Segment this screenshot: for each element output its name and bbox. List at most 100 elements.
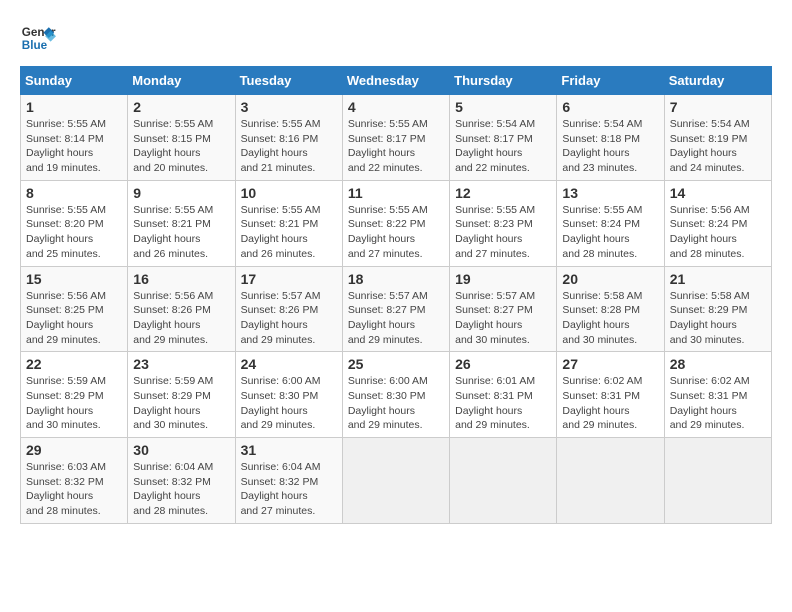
day-number: 5 — [455, 99, 551, 115]
calendar-day-cell — [450, 438, 557, 524]
day-number: 30 — [133, 442, 229, 458]
calendar-day-cell: 17 Sunrise: 5:57 AM Sunset: 8:26 PM Dayl… — [235, 266, 342, 352]
day-info: Sunrise: 5:56 AM Sunset: 8:25 PM Dayligh… — [26, 289, 122, 348]
weekday-header-friday: Friday — [557, 67, 664, 95]
day-number: 28 — [670, 356, 766, 372]
day-info: Sunrise: 6:01 AM Sunset: 8:31 PM Dayligh… — [455, 374, 551, 433]
calendar-day-cell — [342, 438, 449, 524]
day-info: Sunrise: 5:57 AM Sunset: 8:27 PM Dayligh… — [348, 289, 444, 348]
day-number: 26 — [455, 356, 551, 372]
page-header: General Blue — [20, 20, 772, 56]
day-info: Sunrise: 5:55 AM Sunset: 8:23 PM Dayligh… — [455, 203, 551, 262]
calendar-day-cell: 5 Sunrise: 5:54 AM Sunset: 8:17 PM Dayli… — [450, 95, 557, 181]
day-number: 11 — [348, 185, 444, 201]
day-number: 3 — [241, 99, 337, 115]
calendar-day-cell: 26 Sunrise: 6:01 AM Sunset: 8:31 PM Dayl… — [450, 352, 557, 438]
day-info: Sunrise: 5:55 AM Sunset: 8:14 PM Dayligh… — [26, 117, 122, 176]
calendar-day-cell: 8 Sunrise: 5:55 AM Sunset: 8:20 PM Dayli… — [21, 180, 128, 266]
calendar-week-row: 22 Sunrise: 5:59 AM Sunset: 8:29 PM Dayl… — [21, 352, 772, 438]
day-info: Sunrise: 6:04 AM Sunset: 8:32 PM Dayligh… — [133, 460, 229, 519]
day-number: 23 — [133, 356, 229, 372]
day-info: Sunrise: 5:55 AM Sunset: 8:21 PM Dayligh… — [133, 203, 229, 262]
calendar-day-cell: 7 Sunrise: 5:54 AM Sunset: 8:19 PM Dayli… — [664, 95, 771, 181]
day-info: Sunrise: 5:58 AM Sunset: 8:28 PM Dayligh… — [562, 289, 658, 348]
calendar-day-cell: 1 Sunrise: 5:55 AM Sunset: 8:14 PM Dayli… — [21, 95, 128, 181]
day-info: Sunrise: 5:55 AM Sunset: 8:22 PM Dayligh… — [348, 203, 444, 262]
calendar-day-cell: 21 Sunrise: 5:58 AM Sunset: 8:29 PM Dayl… — [664, 266, 771, 352]
calendar-day-cell: 20 Sunrise: 5:58 AM Sunset: 8:28 PM Dayl… — [557, 266, 664, 352]
calendar-day-cell: 12 Sunrise: 5:55 AM Sunset: 8:23 PM Dayl… — [450, 180, 557, 266]
calendar-day-cell: 11 Sunrise: 5:55 AM Sunset: 8:22 PM Dayl… — [342, 180, 449, 266]
calendar-day-cell: 28 Sunrise: 6:02 AM Sunset: 8:31 PM Dayl… — [664, 352, 771, 438]
logo-icon: General Blue — [20, 20, 56, 56]
day-info: Sunrise: 6:04 AM Sunset: 8:32 PM Dayligh… — [241, 460, 337, 519]
day-info: Sunrise: 5:59 AM Sunset: 8:29 PM Dayligh… — [133, 374, 229, 433]
day-info: Sunrise: 5:55 AM Sunset: 8:20 PM Dayligh… — [26, 203, 122, 262]
day-info: Sunrise: 5:58 AM Sunset: 8:29 PM Dayligh… — [670, 289, 766, 348]
day-number: 19 — [455, 271, 551, 287]
calendar-week-row: 1 Sunrise: 5:55 AM Sunset: 8:14 PM Dayli… — [21, 95, 772, 181]
logo: General Blue — [20, 20, 56, 56]
calendar-day-cell — [664, 438, 771, 524]
day-number: 13 — [562, 185, 658, 201]
calendar-day-cell: 16 Sunrise: 5:56 AM Sunset: 8:26 PM Dayl… — [128, 266, 235, 352]
day-info: Sunrise: 5:54 AM Sunset: 8:18 PM Dayligh… — [562, 117, 658, 176]
day-info: Sunrise: 6:00 AM Sunset: 8:30 PM Dayligh… — [241, 374, 337, 433]
day-number: 14 — [670, 185, 766, 201]
calendar-day-cell: 23 Sunrise: 5:59 AM Sunset: 8:29 PM Dayl… — [128, 352, 235, 438]
day-number: 7 — [670, 99, 766, 115]
weekday-header-thursday: Thursday — [450, 67, 557, 95]
weekday-header-tuesday: Tuesday — [235, 67, 342, 95]
calendar-day-cell: 29 Sunrise: 6:03 AM Sunset: 8:32 PM Dayl… — [21, 438, 128, 524]
weekday-header-row: SundayMondayTuesdayWednesdayThursdayFrid… — [21, 67, 772, 95]
day-info: Sunrise: 6:02 AM Sunset: 8:31 PM Dayligh… — [670, 374, 766, 433]
day-number: 4 — [348, 99, 444, 115]
day-number: 29 — [26, 442, 122, 458]
calendar-week-row: 15 Sunrise: 5:56 AM Sunset: 8:25 PM Dayl… — [21, 266, 772, 352]
calendar-day-cell: 31 Sunrise: 6:04 AM Sunset: 8:32 PM Dayl… — [235, 438, 342, 524]
day-info: Sunrise: 5:55 AM Sunset: 8:17 PM Dayligh… — [348, 117, 444, 176]
day-number: 31 — [241, 442, 337, 458]
calendar-table: SundayMondayTuesdayWednesdayThursdayFrid… — [20, 66, 772, 524]
calendar-day-cell: 22 Sunrise: 5:59 AM Sunset: 8:29 PM Dayl… — [21, 352, 128, 438]
calendar-day-cell: 4 Sunrise: 5:55 AM Sunset: 8:17 PM Dayli… — [342, 95, 449, 181]
day-info: Sunrise: 5:55 AM Sunset: 8:15 PM Dayligh… — [133, 117, 229, 176]
day-info: Sunrise: 5:55 AM Sunset: 8:24 PM Dayligh… — [562, 203, 658, 262]
day-number: 8 — [26, 185, 122, 201]
weekday-header-wednesday: Wednesday — [342, 67, 449, 95]
calendar-day-cell: 27 Sunrise: 6:02 AM Sunset: 8:31 PM Dayl… — [557, 352, 664, 438]
day-info: Sunrise: 5:54 AM Sunset: 8:19 PM Dayligh… — [670, 117, 766, 176]
day-number: 2 — [133, 99, 229, 115]
day-number: 16 — [133, 271, 229, 287]
day-info: Sunrise: 5:56 AM Sunset: 8:26 PM Dayligh… — [133, 289, 229, 348]
day-info: Sunrise: 5:57 AM Sunset: 8:26 PM Dayligh… — [241, 289, 337, 348]
day-info: Sunrise: 5:59 AM Sunset: 8:29 PM Dayligh… — [26, 374, 122, 433]
day-info: Sunrise: 6:02 AM Sunset: 8:31 PM Dayligh… — [562, 374, 658, 433]
day-number: 27 — [562, 356, 658, 372]
day-number: 21 — [670, 271, 766, 287]
weekday-header-monday: Monday — [128, 67, 235, 95]
day-info: Sunrise: 6:03 AM Sunset: 8:32 PM Dayligh… — [26, 460, 122, 519]
day-info: Sunrise: 5:55 AM Sunset: 8:21 PM Dayligh… — [241, 203, 337, 262]
day-number: 22 — [26, 356, 122, 372]
calendar-day-cell: 25 Sunrise: 6:00 AM Sunset: 8:30 PM Dayl… — [342, 352, 449, 438]
day-number: 17 — [241, 271, 337, 287]
calendar-day-cell: 18 Sunrise: 5:57 AM Sunset: 8:27 PM Dayl… — [342, 266, 449, 352]
day-number: 1 — [26, 99, 122, 115]
day-number: 10 — [241, 185, 337, 201]
day-number: 12 — [455, 185, 551, 201]
calendar-week-row: 29 Sunrise: 6:03 AM Sunset: 8:32 PM Dayl… — [21, 438, 772, 524]
svg-text:Blue: Blue — [22, 39, 48, 52]
calendar-day-cell: 10 Sunrise: 5:55 AM Sunset: 8:21 PM Dayl… — [235, 180, 342, 266]
day-number: 20 — [562, 271, 658, 287]
day-info: Sunrise: 5:55 AM Sunset: 8:16 PM Dayligh… — [241, 117, 337, 176]
day-number: 25 — [348, 356, 444, 372]
day-number: 15 — [26, 271, 122, 287]
calendar-day-cell — [557, 438, 664, 524]
day-number: 9 — [133, 185, 229, 201]
calendar-day-cell: 3 Sunrise: 5:55 AM Sunset: 8:16 PM Dayli… — [235, 95, 342, 181]
day-number: 6 — [562, 99, 658, 115]
calendar-day-cell: 9 Sunrise: 5:55 AM Sunset: 8:21 PM Dayli… — [128, 180, 235, 266]
calendar-day-cell: 19 Sunrise: 5:57 AM Sunset: 8:27 PM Dayl… — [450, 266, 557, 352]
day-info: Sunrise: 6:00 AM Sunset: 8:30 PM Dayligh… — [348, 374, 444, 433]
